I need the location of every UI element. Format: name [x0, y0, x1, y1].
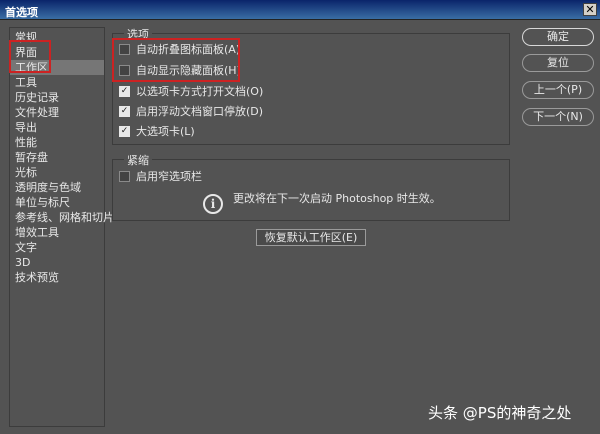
- sidebar-item-file-handling[interactable]: 文件处理: [10, 105, 104, 120]
- prev-button[interactable]: 上一个(P): [522, 81, 594, 99]
- restart-notice: 更改将在下一次启动 Photoshop 时生效。: [233, 192, 441, 205]
- floating-docking-checkbox[interactable]: ✓ 启用浮动文档窗口停放(D): [119, 104, 263, 120]
- large-tabs-checkbox[interactable]: ✓ 大选项卡(L): [119, 124, 195, 140]
- sidebar-item-transparency[interactable]: 透明度与色域: [10, 180, 104, 195]
- sidebar-item-tech-preview[interactable]: 技术预览: [10, 270, 104, 285]
- restore-default-workspaces-button[interactable]: 恢复默认工作区(E): [256, 229, 366, 246]
- sidebar-item-guides[interactable]: 参考线、网格和切片: [10, 210, 114, 225]
- checkbox-label: 启用浮动文档窗口停放(D): [136, 105, 264, 118]
- narrow-options-bar-checkbox[interactable]: 启用窄选项栏: [119, 169, 202, 185]
- checkbox-label: 启用窄选项栏: [136, 170, 202, 183]
- info-icon: i: [203, 194, 223, 214]
- sidebar-item-history[interactable]: 历史记录: [10, 90, 104, 105]
- checkbox-label: 大选项卡(L): [136, 125, 195, 138]
- sidebar-item-plugins[interactable]: 增效工具: [10, 225, 104, 240]
- sidebar-item-tools[interactable]: 工具: [10, 75, 104, 90]
- close-button[interactable]: ✕: [583, 3, 597, 16]
- open-as-tabs-checkbox[interactable]: ✓ 以选项卡方式打开文档(O): [119, 84, 263, 100]
- window-title: 首选项: [5, 6, 38, 19]
- highlight-box-sidebar: [9, 40, 51, 73]
- sidebar-item-type[interactable]: 文字: [10, 240, 104, 255]
- sidebar-item-performance[interactable]: 性能: [10, 135, 104, 150]
- watermark: 头条 @PS的神奇之处: [428, 404, 572, 422]
- title-bar: 首选项 ✕: [0, 0, 600, 20]
- checkmark-icon[interactable]: ✓: [119, 105, 130, 117]
- sidebar-item-units[interactable]: 单位与标尺: [10, 195, 104, 210]
- checkbox-label: 以选项卡方式打开文档(O): [136, 85, 264, 98]
- ok-button[interactable]: 确定: [522, 28, 594, 46]
- sidebar-item-3d[interactable]: 3D: [10, 255, 104, 270]
- checkmark-icon[interactable]: ✓: [119, 85, 130, 97]
- reset-button[interactable]: 复位: [522, 54, 594, 72]
- next-button[interactable]: 下一个(N): [522, 108, 594, 126]
- checkbox-box[interactable]: [119, 170, 130, 182]
- sidebar-item-cursors[interactable]: 光标: [10, 165, 104, 180]
- sidebar-item-export[interactable]: 导出: [10, 120, 104, 135]
- category-sidebar: 常规 界面 工作区 工具 历史记录 文件处理 导出 性能 暂存盘 光标 透明度与…: [9, 27, 114, 427]
- compact-group-title: 紧缩: [124, 152, 152, 168]
- sidebar-item-scratch-disks[interactable]: 暂存盘: [10, 150, 104, 165]
- highlight-box-options: [112, 38, 240, 82]
- checkmark-icon[interactable]: ✓: [119, 125, 130, 137]
